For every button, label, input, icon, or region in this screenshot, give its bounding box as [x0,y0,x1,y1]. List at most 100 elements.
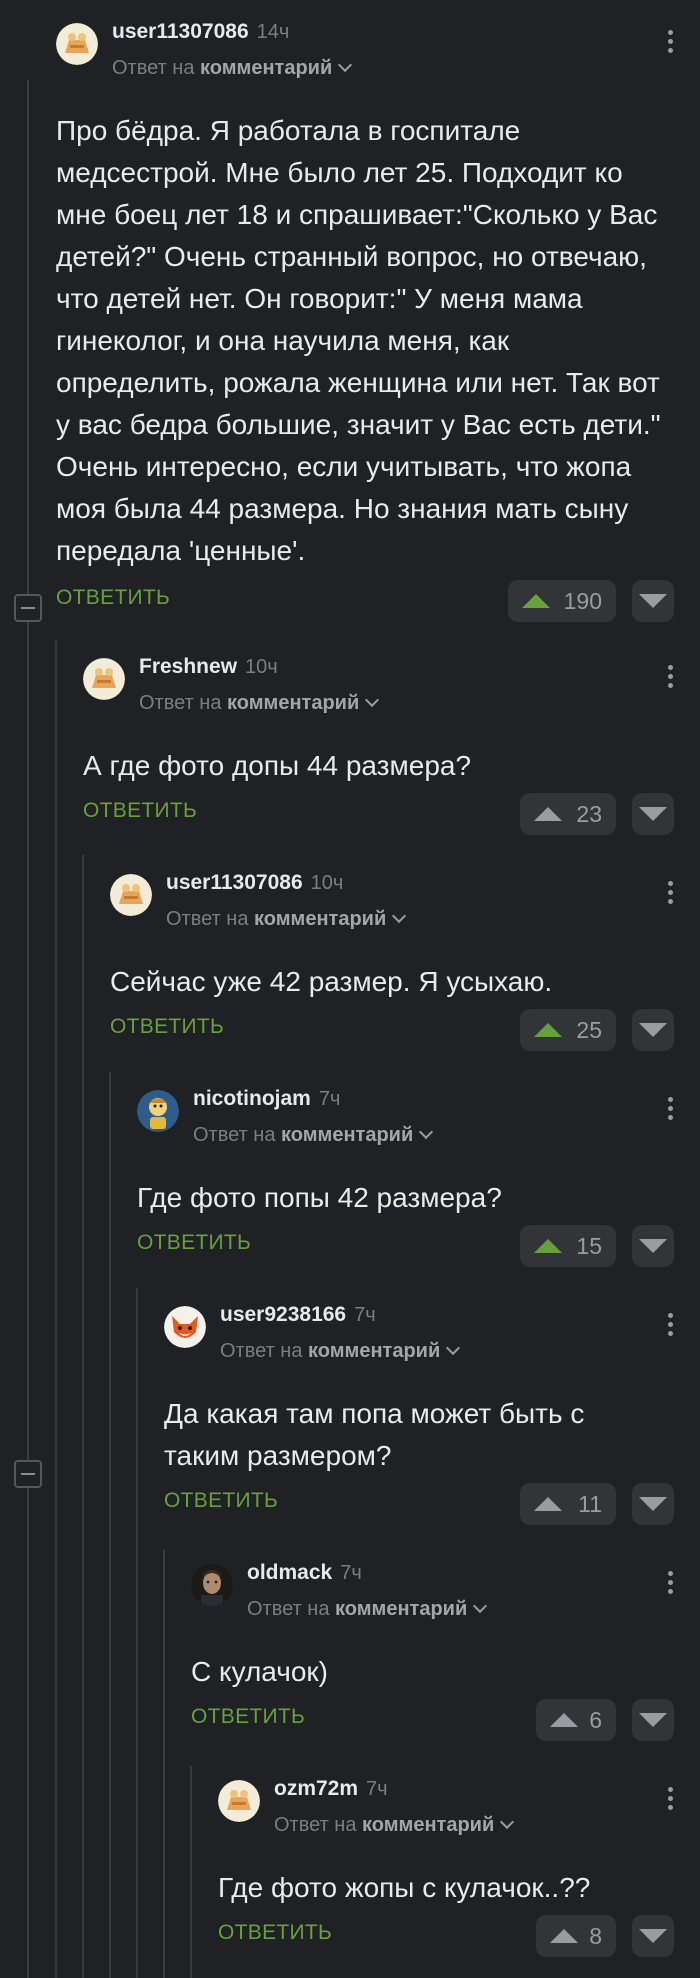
minus-icon [21,1473,35,1475]
comment-header: oldmack 7ч Ответ на комментарий [191,1561,700,1637]
upvote-icon [550,1713,578,1727]
upvote-button[interactable]: 23 [520,793,616,835]
comment-time: 10ч [245,656,278,678]
thread-line [27,80,29,1978]
comment-header: nicotinojam 7ч Ответ на комментарий [137,1087,700,1163]
reply-to[interactable]: Ответ на комментарий [112,57,353,80]
downvote-button[interactable] [632,1699,674,1741]
comment-text: А где фото допы 44 размера? [83,750,472,781]
vote-count: 11 [578,1490,602,1517]
comment-text: Да какая там попа может быть с таким раз… [164,1398,585,1471]
reply-button[interactable]: ОТВЕТИТЬ [137,1231,251,1255]
reply-to[interactable]: Ответ на комментарий [247,1598,488,1621]
fox-avatar[interactable] [164,1306,206,1348]
reply-button[interactable]: ОТВЕТИТЬ [83,799,197,823]
chevron-down-icon [392,908,407,924]
man-photo-avatar[interactable] [191,1564,233,1606]
upvote-icon [534,1023,562,1037]
downvote-icon [639,1713,667,1727]
reply-button[interactable]: ОТВЕТИТЬ [56,586,170,610]
upvote-icon [550,1929,578,1943]
downvote-button[interactable] [632,1915,674,1957]
comment-text: Сейчас уже 42 размер. Я усыхаю. [110,966,553,997]
cat-in-bag-avatar[interactable] [218,1780,260,1822]
comment-footer: ОТВЕТИТЬ 23 [83,791,700,837]
more-options-icon[interactable] [668,1571,674,1598]
downvote-icon [639,1497,667,1511]
more-options-icon[interactable] [668,881,674,908]
collapse-thread-button[interactable] [14,1460,42,1488]
upvote-button[interactable]: 6 [536,1699,616,1741]
comment-header: user11307086 14ч Ответ на комментарий [56,20,700,96]
reply-to[interactable]: Ответ на комментарий [193,1124,434,1147]
reply-button[interactable]: ОТВЕТИТЬ [110,1015,224,1039]
cat-in-bag-avatar[interactable] [110,874,152,916]
comment-text: Где фото попы 42 размера? [137,1182,502,1213]
vote-count: 190 [563,587,602,614]
username[interactable]: nicotinojam 7ч [193,1087,340,1111]
more-options-icon[interactable] [668,1313,674,1340]
username[interactable]: oldmack 7ч [247,1561,362,1585]
username[interactable]: user11307086 14ч [112,20,289,44]
downvote-button[interactable] [632,1225,674,1267]
comment-time: 7ч [340,1562,362,1584]
comment-time: 7ч [366,1778,388,1800]
comment-text: Про бёдра. Я работала в госпитале медсес… [56,115,661,566]
username[interactable]: ozm72m 7ч [274,1777,388,1801]
comment: nicotinojam 7ч Ответ на комментарий Где ф… [137,1087,700,1269]
comment-footer: ОТВЕТИТЬ 6 [191,1697,700,1743]
upvote-button[interactable]: 8 [536,1915,616,1957]
downvote-button[interactable] [632,1483,674,1525]
comment-footer: ОТВЕТИТЬ 25 [110,1007,700,1053]
downvote-icon [639,1239,667,1253]
upvote-button[interactable]: 190 [508,580,616,622]
chevron-down-icon [365,692,380,708]
username[interactable]: user11307086 10ч [166,871,343,895]
comment-footer: ОТВЕТИТЬ 11 [164,1481,700,1527]
thread-line [136,1288,138,1978]
reply-to[interactable]: Ответ на комментарий [166,908,407,931]
chevron-down-icon [473,1598,488,1614]
cat-in-bag-avatar[interactable] [83,658,125,700]
reply-button[interactable]: ОТВЕТИТЬ [164,1489,278,1513]
comment-text: Где фото жопы с кулачок..?? [218,1872,591,1903]
comment: user11307086 14ч Ответ на комментарий Про… [56,20,700,624]
downvote-icon [639,1929,667,1943]
reply-button[interactable]: ОТВЕТИТЬ [218,1921,332,1945]
upvote-button[interactable]: 25 [520,1009,616,1051]
downvote-icon [639,807,667,821]
downvote-icon [639,594,667,608]
reply-to[interactable]: Ответ на комментарий [139,692,380,715]
more-options-icon[interactable] [668,665,674,692]
more-options-icon[interactable] [668,1787,674,1814]
cat-in-bag-avatar[interactable] [56,23,98,65]
downvote-button[interactable] [632,1009,674,1051]
comment-header: user9238166 7ч Ответ на комментарий [164,1303,700,1379]
reply-to[interactable]: Ответ на комментарий [220,1340,461,1363]
comment: user9238166 7ч Ответ на комментарий Да ка… [164,1303,700,1527]
comment-time: 7ч [354,1304,376,1326]
vault-boy-avatar[interactable] [137,1090,179,1132]
collapse-thread-button[interactable] [14,594,42,622]
username[interactable]: Freshnew 10ч [139,655,278,679]
more-options-icon[interactable] [668,1097,674,1124]
thread-line [109,1072,111,1978]
reply-to[interactable]: Ответ на комментарий [274,1814,515,1837]
comment: Freshnew 10ч Ответ на комментарий А где ф… [83,655,700,837]
thread-line [163,1550,165,1978]
chevron-down-icon [338,57,353,73]
vote-count: 23 [576,800,602,827]
reply-button[interactable]: ОТВЕТИТЬ [191,1705,305,1729]
more-options-icon[interactable] [668,30,674,57]
comment: ozm72m 7ч Ответ на комментарий Где фото ж… [218,1777,700,1959]
upvote-button[interactable]: 11 [520,1483,616,1525]
vote-count: 15 [576,1232,602,1259]
chevron-down-icon [419,1124,434,1140]
downvote-button[interactable] [632,580,674,622]
username[interactable]: user9238166 7ч [220,1303,376,1327]
upvote-icon [534,807,562,821]
upvote-button[interactable]: 15 [520,1225,616,1267]
upvote-icon [522,594,550,608]
thread-line [55,640,57,1978]
downvote-button[interactable] [632,793,674,835]
